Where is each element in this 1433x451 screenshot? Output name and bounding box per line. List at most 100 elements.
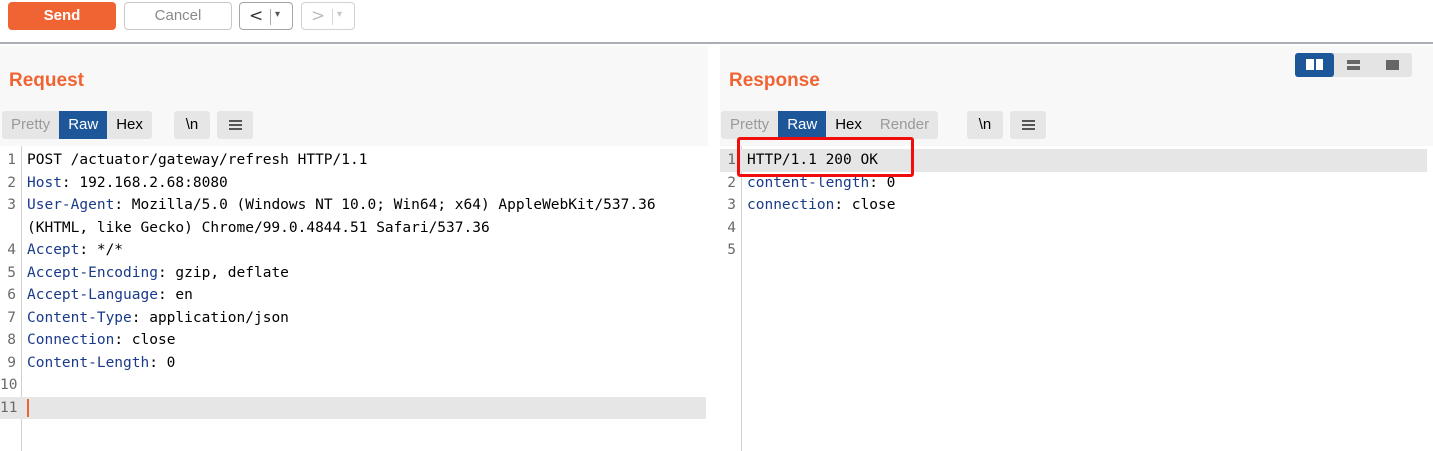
code-line: 7 Content-Type: application/json: [0, 307, 706, 330]
history-forward-button[interactable]: > ▾: [301, 2, 355, 30]
header-key: Content-Type: [27, 309, 132, 326]
response-title: Response: [729, 70, 820, 91]
request-title: Request: [9, 70, 84, 91]
code-line: 10: [0, 374, 706, 397]
tab-pretty[interactable]: Pretty: [721, 111, 778, 139]
code-line: 6 Accept-Language: en: [0, 284, 706, 307]
code-text: Connection: close: [27, 329, 175, 352]
line-number: 7: [7, 309, 16, 326]
header-value: : close: [114, 332, 176, 348]
line-number: 11: [0, 399, 18, 416]
layout-switcher: [1295, 53, 1412, 77]
highlight-box: [737, 137, 914, 177]
tab-hex[interactable]: Hex: [107, 111, 152, 139]
line-number: 4: [727, 219, 736, 236]
newline-toggle-button[interactable]: \n: [967, 111, 1003, 139]
code-text: Accept-Encoding: gzip, deflate: [27, 262, 289, 285]
response-editor[interactable]: 1 HTTP/1.1 200 OK 2 content-length: 0 3 conne…: [720, 146, 1433, 451]
request-menu-button[interactable]: [217, 111, 253, 139]
menu-icon: [1022, 120, 1035, 130]
side-by-side-layout-button[interactable]: [1295, 53, 1334, 77]
stacked-layout-button[interactable]: [1334, 53, 1373, 77]
back-arrow-icon: <: [249, 6, 264, 26]
code-line: 4 Accept: */*: [0, 239, 706, 262]
newline-toggle-button[interactable]: \n: [174, 111, 210, 139]
code-text: User-Agent: Mozilla/5.0 (Windows NT 10.0…: [27, 194, 656, 217]
columns-icon: [1306, 59, 1323, 70]
line-number: 6: [7, 287, 16, 303]
menu-icon: [229, 120, 242, 130]
header-value: : application/json: [131, 309, 289, 326]
response-menu-button[interactable]: [1010, 111, 1046, 139]
code-line: 5 Accept-Encoding: gzip, deflate: [0, 262, 706, 285]
single-layout-button[interactable]: [1373, 53, 1412, 77]
code-text: POST /actuator/gateway/refresh HTTP/1.1: [27, 149, 367, 172]
header-value: (KHTML, like Gecko) Chrome/99.0.4844.51 …: [27, 219, 490, 236]
line-number: 2: [727, 174, 736, 191]
header-value: : */*: [79, 242, 124, 258]
rows-icon: [1347, 60, 1360, 70]
header-key: Content-Length: [27, 354, 150, 371]
header-value: : 192.168.2.68:8080: [61, 174, 228, 191]
code-text: Host: 192.168.2.68:8080: [27, 172, 228, 195]
request-editor[interactable]: 1 POST /actuator/gateway/refresh HTTP/1.1…: [0, 146, 708, 451]
request-pane: Request Pretty Raw Hex \n 1 POST /actuato…: [0, 46, 708, 451]
header-value: POST /actuator/gateway/refresh HTTP/1.1: [27, 152, 368, 168]
code-text: Accept: */*: [27, 239, 123, 262]
code-line: 8 Connection: close: [0, 329, 706, 352]
code-line: 3 connection: close: [720, 194, 1427, 217]
tab-raw[interactable]: Raw: [778, 111, 827, 139]
line-number: 1: [727, 152, 736, 168]
tab-hex[interactable]: Hex: [826, 111, 871, 139]
header-value: : 0: [149, 354, 176, 371]
tab-render[interactable]: Render: [871, 111, 938, 139]
send-button[interactable]: Send: [8, 2, 116, 30]
header-value: : Mozilla/5.0 (Windows NT 10.0; Win64; x…: [114, 197, 656, 213]
header-value: : close: [834, 197, 896, 213]
chevron-down-icon[interactable]: ▾: [275, 9, 280, 20]
separator: [332, 9, 333, 25]
code-line: 9 Content-Length: 0: [0, 352, 706, 375]
code-text: Accept-Language: en: [27, 284, 193, 307]
pane-divider[interactable]: [708, 46, 720, 451]
history-back-button[interactable]: < ▾: [239, 2, 293, 30]
header-key: Accept: [27, 242, 80, 258]
code-line: 4: [720, 217, 1427, 240]
code-line: 1 POST /actuator/gateway/refresh HTTP/1.1: [0, 149, 706, 172]
line-number: 8: [7, 332, 16, 348]
code-line: 11: [0, 396, 706, 420]
line-number: 3: [727, 197, 736, 213]
line-number: 5: [727, 242, 736, 258]
line-number: 5: [7, 264, 16, 281]
code-line: (KHTML, like Gecko) Chrome/99.0.4844.51 …: [0, 217, 706, 240]
header-key: Connection: [27, 332, 115, 348]
header-key: Accept-Encoding: [27, 264, 158, 281]
code-line: 2 Host: 192.168.2.68:8080: [0, 172, 706, 195]
line-number: 2: [7, 174, 16, 191]
line-number: 4: [7, 242, 16, 258]
response-view-tabs: Pretty Raw Hex Render: [721, 111, 939, 139]
code-text: Content-Length: 0: [27, 352, 175, 375]
response-pane: Response Pretty Raw Hex Render \n 1 HTTP/…: [720, 46, 1433, 451]
toolbar: Send Cancel < ▾ > ▾: [0, 0, 1433, 44]
line-number: 9: [7, 354, 16, 371]
line-number: 1: [7, 152, 16, 168]
tab-raw[interactable]: Raw: [59, 111, 108, 139]
header-key: Accept-Language: [27, 287, 158, 303]
cancel-button[interactable]: Cancel: [124, 2, 232, 30]
header-key: User-Agent: [27, 197, 115, 213]
chevron-down-icon[interactable]: ▾: [337, 9, 342, 20]
line-number: 10: [0, 377, 18, 393]
request-view-tabs: Pretty Raw Hex: [2, 111, 152, 139]
tab-pretty[interactable]: Pretty: [2, 111, 59, 139]
header-value: : gzip, deflate: [157, 264, 289, 281]
code-text: [27, 397, 29, 420]
text-caret: [27, 398, 29, 417]
single-pane-icon: [1386, 60, 1399, 70]
separator: [270, 9, 271, 25]
header-key: connection: [747, 197, 835, 213]
code-line: 3 User-Agent: Mozilla/5.0 (Windows NT 10.…: [0, 194, 706, 217]
code-text: connection: close: [747, 194, 895, 217]
code-line: 5: [720, 239, 1427, 262]
header-value: : en: [157, 287, 193, 303]
